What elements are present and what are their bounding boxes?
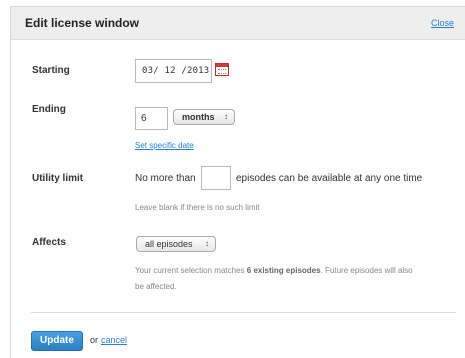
close-link[interactable]: Close bbox=[431, 18, 454, 28]
cancel-link[interactable]: cancel bbox=[101, 335, 127, 345]
affects-note: Your current selection matches 6 existin… bbox=[135, 263, 460, 295]
or-text: or bbox=[90, 335, 99, 345]
affects-note-count: 6 existing episodes bbox=[246, 266, 321, 275]
dialog-title: Edit license window bbox=[25, 16, 140, 30]
select-arrows-icon: ↕ bbox=[224, 112, 228, 121]
dialog-header: Edit license window Close bbox=[11, 7, 465, 40]
affects-label: Affects bbox=[32, 237, 66, 248]
license-window-dialog: Edit license window Close Starting 03/ 1… bbox=[10, 6, 465, 358]
affects-value: all episodes bbox=[145, 239, 193, 249]
utility-limit-hint: Leave blank if there is no such limit bbox=[135, 203, 260, 212]
utility-limit-label: Utility limit bbox=[32, 173, 84, 184]
utility-limit-prefix: No more than bbox=[135, 173, 196, 184]
affects-note-before: Your current selection matches bbox=[135, 266, 247, 275]
utility-limit-input[interactable] bbox=[201, 166, 231, 190]
select-arrows-icon: ↕ bbox=[205, 239, 209, 248]
affects-select[interactable]: all episodes ↕ bbox=[136, 236, 216, 252]
affects-note-after: . Future episodes will also bbox=[320, 266, 413, 275]
ending-unit-value: months bbox=[182, 112, 215, 122]
ending-number-field[interactable]: 6 bbox=[135, 107, 168, 130]
affects-note-line2: be affected. bbox=[135, 282, 177, 291]
start-date-field[interactable]: 03/ 12 /2013 bbox=[135, 59, 212, 83]
set-specific-date-link[interactable]: Set specific date bbox=[135, 141, 194, 150]
footer-divider bbox=[31, 312, 456, 313]
update-button[interactable]: Update bbox=[31, 331, 83, 351]
ending-unit-select[interactable]: months ↕ bbox=[173, 109, 235, 125]
ending-label: Ending bbox=[32, 104, 66, 115]
starting-label: Starting bbox=[32, 65, 70, 76]
utility-limit-suffix: episodes can be available at any one tim… bbox=[236, 173, 423, 184]
calendar-icon[interactable] bbox=[215, 63, 229, 76]
